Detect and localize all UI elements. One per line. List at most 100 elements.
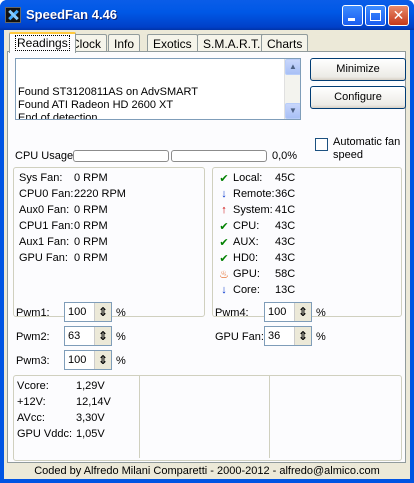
gpu-fan-pwm-unit: %: [316, 331, 326, 343]
scroll-down-icon[interactable]: ▼: [285, 103, 300, 119]
minimize-icon: [348, 18, 355, 21]
fan-value: 0 RPM: [74, 220, 108, 232]
readings-panel: Found ST3120811AS on AdvSMART Found ATI …: [7, 51, 406, 463]
temp-label: HD0:: [233, 252, 259, 264]
tab-readings[interactable]: Readings: [9, 32, 76, 53]
log-scrollbar[interactable]: ▲ ▼: [284, 59, 300, 119]
temp-value: 45C: [275, 172, 296, 184]
voltages-group: Vcore: 1,29V +12V: 12,14V AVcc: 3,30V GPU V…: [13, 375, 402, 461]
voltage-label: GPU Vddc:: [17, 428, 73, 440]
cpu-usage-bar-1: [73, 150, 169, 162]
automatic-fan-speed-label: Automatic fan speed: [333, 136, 401, 161]
temp-label: AUX:: [233, 236, 259, 248]
voltage-label: Vcore:: [17, 380, 49, 392]
pwm1-spinner[interactable]: 100 ⇕: [64, 302, 112, 322]
pwm3-unit: %: [116, 355, 126, 367]
temp-label: GPU:: [233, 268, 260, 280]
detection-log[interactable]: Found ST3120811AS on AdvSMART Found ATI …: [15, 58, 301, 120]
close-window-button[interactable]: ✕: [388, 5, 409, 26]
spin-arrows-icon[interactable]: ⇕: [294, 327, 311, 345]
title-bar[interactable]: SpeedFan 4.46 ✕: [0, 0, 414, 30]
pwm3-spinner[interactable]: 100 ⇕: [64, 350, 112, 370]
fan-label: Aux0 Fan:: [19, 204, 70, 216]
voltage-value: 12,14V: [76, 396, 111, 408]
minimize-button[interactable]: Minimize: [310, 58, 406, 81]
window-title: SpeedFan 4.46: [26, 7, 118, 22]
credits-footer: Coded by Alfredo Milani Comparetti - 200…: [34, 465, 380, 477]
tab-exotics[interactable]: Exotics: [147, 34, 198, 52]
arrow-up-icon: ↑: [221, 204, 227, 216]
pwm1-label: Pwm1:: [16, 307, 50, 319]
fan-label: Sys Fan:: [19, 172, 63, 184]
spin-arrows-icon[interactable]: ⇕: [94, 303, 111, 321]
spin-arrows-icon[interactable]: ⇕: [94, 351, 111, 369]
pwm3-value: 100: [68, 354, 87, 366]
temp-value: 13C: [275, 284, 296, 296]
temp-value: 58C: [275, 268, 296, 280]
fan-label: Aux1 Fan:: [19, 236, 70, 248]
check-icon: ✔: [219, 253, 229, 265]
cpu-usage-value: 0,0%: [272, 150, 298, 162]
temp-label: CPU:: [233, 220, 260, 232]
pwm4-spinner[interactable]: 100 ⇕: [264, 302, 312, 322]
tab-smart[interactable]: S.M.A.R.T.: [197, 34, 267, 52]
flame-icon: ♨: [219, 269, 229, 281]
spin-arrows-icon[interactable]: ⇕: [94, 327, 111, 345]
check-icon: ✔: [219, 237, 229, 249]
pwm1-unit: %: [116, 307, 126, 319]
temp-value: 43C: [275, 252, 296, 264]
tab-readings-label: Readings: [15, 35, 70, 51]
temp-value: 41C: [275, 204, 296, 216]
scroll-up-icon[interactable]: ▲: [285, 59, 300, 75]
arrow-down-icon: ↓: [221, 284, 227, 296]
configure-button[interactable]: Configure: [310, 86, 406, 109]
check-icon: ✔: [219, 221, 229, 233]
fan-label: CPU1 Fan:: [19, 220, 74, 232]
voltage-label: AVcc:: [17, 412, 45, 424]
voltage-value: 1,05V: [76, 428, 105, 440]
fan-value: 0 RPM: [74, 204, 108, 216]
fan-label: GPU Fan:: [19, 252, 68, 264]
spin-arrows-icon[interactable]: ⇕: [294, 303, 311, 321]
pwm1-value: 100: [68, 306, 87, 318]
temp-label: Local:: [233, 172, 263, 184]
check-icon: ✔: [219, 173, 229, 185]
divider: [269, 376, 270, 458]
automatic-fan-speed-checkbox[interactable]: [315, 138, 328, 151]
pwm2-label: Pwm2:: [16, 331, 50, 343]
speedfan-window: SpeedFan 4.46 ✕ Readings Clock Info Exot…: [0, 0, 414, 483]
temp-label: Remote:: [233, 188, 275, 200]
pwm2-unit: %: [116, 331, 126, 343]
close-icon: ✕: [392, 7, 405, 23]
detection-log-text: Found ST3120811AS on AdvSMART Found ATI …: [18, 86, 198, 120]
fan-value: 0 RPM: [74, 172, 108, 184]
fan-value: 2220 RPM: [74, 188, 126, 200]
tab-info[interactable]: Info: [108, 34, 141, 52]
cpu-usage-bar-2: [171, 150, 267, 162]
tab-charts[interactable]: Charts: [261, 34, 309, 52]
fan-speeds-group: Sys Fan: 0 RPM CPU0 Fan: 2220 RPM Aux0 Fan…: [13, 167, 205, 317]
minimize-window-button[interactable]: [342, 5, 363, 26]
fan-value: 0 RPM: [74, 252, 108, 264]
voltage-label: +12V:: [17, 396, 46, 408]
pwm4-value: 100: [268, 306, 287, 318]
temp-label: Core:: [233, 284, 260, 296]
divider: [139, 376, 140, 458]
temp-value: 36C: [275, 188, 296, 200]
maximize-window-button[interactable]: [365, 5, 386, 26]
pwm2-spinner[interactable]: 63 ⇕: [64, 326, 112, 346]
client-area: Readings Clock Info Exotics S.M.A.R.T. C…: [4, 30, 410, 479]
gpu-fan-pwm-spinner[interactable]: 36 ⇕: [264, 326, 312, 346]
speedfan-app-icon: [5, 7, 21, 23]
fan-label: CPU0 Fan:: [19, 188, 74, 200]
fan-value: 0 RPM: [74, 236, 108, 248]
temp-label: System:: [233, 204, 273, 216]
pwm4-unit: %: [316, 307, 326, 319]
cpu-usage-label: CPU Usage: [15, 150, 74, 162]
voltage-value: 1,29V: [76, 380, 105, 392]
maximize-icon: [370, 10, 381, 21]
pwm2-value: 63: [68, 330, 81, 342]
pwm3-label: Pwm3:: [16, 355, 50, 367]
pwm4-label: Pwm4:: [215, 307, 249, 319]
arrow-down-icon: ↓: [221, 188, 227, 200]
